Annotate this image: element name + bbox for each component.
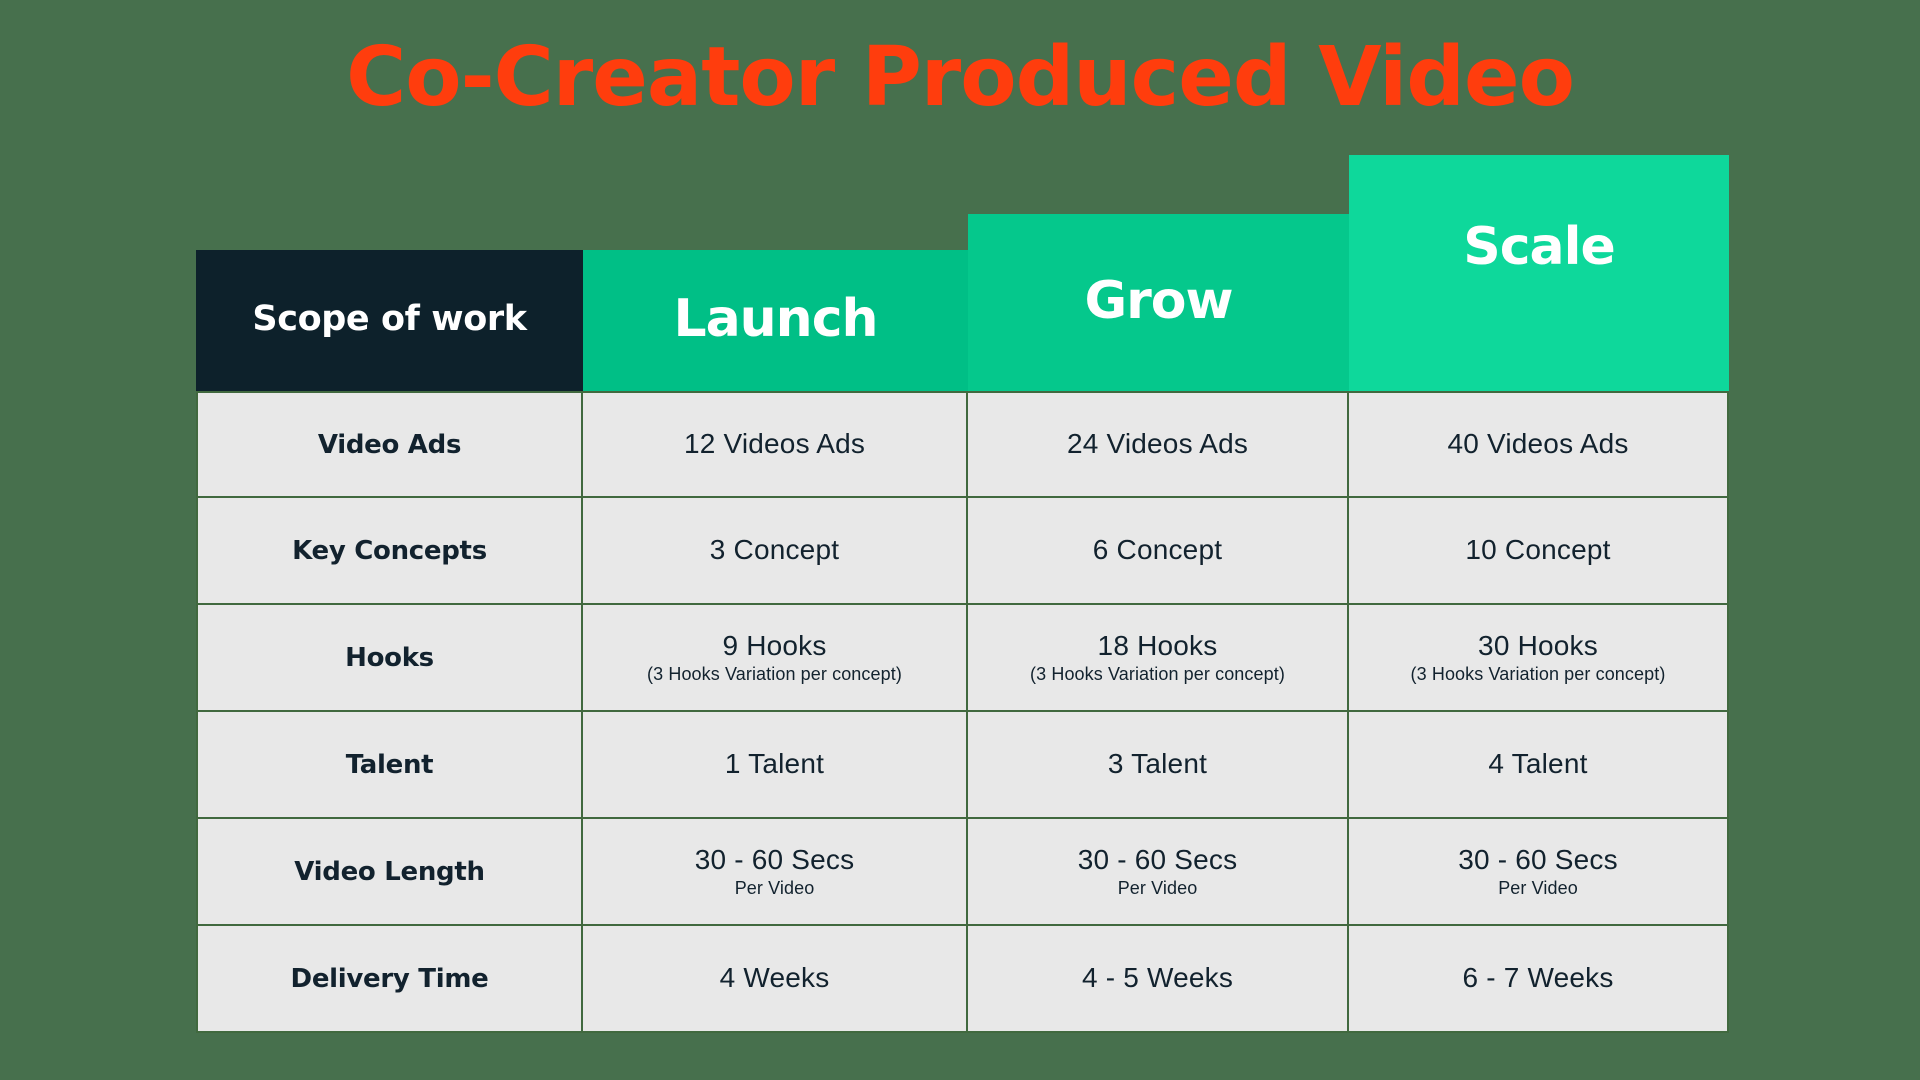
value-cell-grow: 30 - 60 Secs Per Video bbox=[968, 819, 1349, 926]
column-header-label: Scope of work bbox=[252, 299, 527, 339]
cell-value: 1 Talent bbox=[724, 748, 825, 780]
cell-value: 18 Hooks bbox=[1097, 629, 1218, 661]
value-cell-scale: 40 Videos Ads bbox=[1349, 391, 1729, 498]
cell-value: 30 - 60 Secs bbox=[1458, 843, 1618, 875]
column-header-label: Grow bbox=[1084, 270, 1233, 331]
cell-value: 4 - 5 Weeks bbox=[1081, 962, 1234, 994]
value-cell-grow: 6 Concept bbox=[968, 498, 1349, 605]
page-title: Co-Creator Produced Video bbox=[346, 30, 1575, 125]
value-cell-launch: 1 Talent bbox=[583, 712, 968, 819]
value-cell-launch: 9 Hooks (3 Hooks Variation per concept) bbox=[583, 605, 968, 712]
value-cell-scale: 10 Concept bbox=[1349, 498, 1729, 605]
cell-subtext: (3 Hooks Variation per concept) bbox=[1410, 663, 1666, 684]
value-cell-grow: 3 Talent bbox=[968, 712, 1349, 819]
row-label: Talent bbox=[345, 749, 434, 780]
column-header-launch: Launch bbox=[583, 250, 968, 391]
value-cell-scale: 4 Talent bbox=[1349, 712, 1729, 819]
value-cell-launch: 3 Concept bbox=[583, 498, 968, 605]
table-body: Video Ads 12 Videos Ads 24 Videos Ads 40… bbox=[196, 391, 1729, 1033]
cell-value: 24 Videos Ads bbox=[1066, 428, 1249, 460]
row-label: Hooks bbox=[345, 642, 434, 673]
cell-value: 6 Concept bbox=[1092, 534, 1223, 566]
row-label-cell: Hooks bbox=[196, 605, 583, 712]
column-header-grow: Grow bbox=[968, 214, 1349, 391]
value-cell-launch: 12 Videos Ads bbox=[583, 391, 968, 498]
row-label-cell: Talent bbox=[196, 712, 583, 819]
row-label: Delivery Time bbox=[290, 963, 489, 994]
table-row: Delivery Time 4 Weeks 4 - 5 Weeks 6 - 7 … bbox=[196, 926, 1729, 1033]
table-header-row: Scope of work Launch Grow Scale bbox=[196, 128, 1729, 391]
row-label-cell: Video Length bbox=[196, 819, 583, 926]
row-label: Key Concepts bbox=[292, 535, 487, 566]
value-cell-launch: 4 Weeks bbox=[583, 926, 968, 1033]
cell-subtext: Per Video bbox=[734, 877, 815, 898]
column-header-scale: Scale bbox=[1349, 155, 1729, 391]
row-label-cell: Delivery Time bbox=[196, 926, 583, 1033]
cell-value: 40 Videos Ads bbox=[1447, 428, 1629, 460]
table-row: Video Length 30 - 60 Secs Per Video 30 -… bbox=[196, 819, 1729, 926]
row-label: Video Ads bbox=[317, 429, 462, 460]
cell-value: 3 Talent bbox=[1107, 748, 1208, 780]
cell-value: 6 - 7 Weeks bbox=[1462, 962, 1614, 994]
table-row: Video Ads 12 Videos Ads 24 Videos Ads 40… bbox=[196, 391, 1729, 498]
cell-value: 3 Concept bbox=[709, 534, 840, 566]
cell-subtext: (3 Hooks Variation per concept) bbox=[1030, 663, 1285, 684]
value-cell-grow: 18 Hooks (3 Hooks Variation per concept) bbox=[968, 605, 1349, 712]
value-cell-launch: 30 - 60 Secs Per Video bbox=[583, 819, 968, 926]
cell-value: 30 - 60 Secs bbox=[1077, 843, 1238, 875]
cell-value: 12 Videos Ads bbox=[683, 428, 866, 460]
table-row: Talent 1 Talent 3 Talent 4 Talent bbox=[196, 712, 1729, 819]
column-header-label: Launch bbox=[673, 288, 878, 349]
table-row: Hooks 9 Hooks (3 Hooks Variation per con… bbox=[196, 605, 1729, 712]
cell-value: 4 Talent bbox=[1488, 748, 1588, 780]
column-header-scope-of-work: Scope of work bbox=[196, 250, 583, 391]
cell-subtext: Per Video bbox=[1117, 877, 1198, 898]
value-cell-scale: 6 - 7 Weeks bbox=[1349, 926, 1729, 1033]
pricing-table-poster: Co-Creator Produced Video Scope of work … bbox=[0, 0, 1920, 1080]
value-cell-scale: 30 - 60 Secs Per Video bbox=[1349, 819, 1729, 926]
row-label-cell: Video Ads bbox=[196, 391, 583, 498]
cell-value: 30 Hooks bbox=[1478, 629, 1598, 661]
table-row: Key Concepts 3 Concept 6 Concept 10 Conc… bbox=[196, 498, 1729, 605]
cell-value: 30 - 60 Secs bbox=[694, 843, 855, 875]
value-cell-grow: 4 - 5 Weeks bbox=[968, 926, 1349, 1033]
column-header-label: Scale bbox=[1463, 217, 1615, 277]
cell-subtext: (3 Hooks Variation per concept) bbox=[647, 663, 902, 684]
value-cell-scale: 30 Hooks (3 Hooks Variation per concept) bbox=[1349, 605, 1729, 712]
row-label: Video Length bbox=[294, 856, 485, 887]
value-cell-grow: 24 Videos Ads bbox=[968, 391, 1349, 498]
cell-subtext: Per Video bbox=[1498, 877, 1578, 898]
cell-value: 10 Concept bbox=[1465, 534, 1611, 566]
row-label-cell: Key Concepts bbox=[196, 498, 583, 605]
packages-comparison-table: Scope of work Launch Grow Scale Video Ad… bbox=[196, 128, 1729, 1033]
cell-value: 9 Hooks bbox=[722, 629, 827, 661]
cell-value: 4 Weeks bbox=[719, 962, 830, 994]
